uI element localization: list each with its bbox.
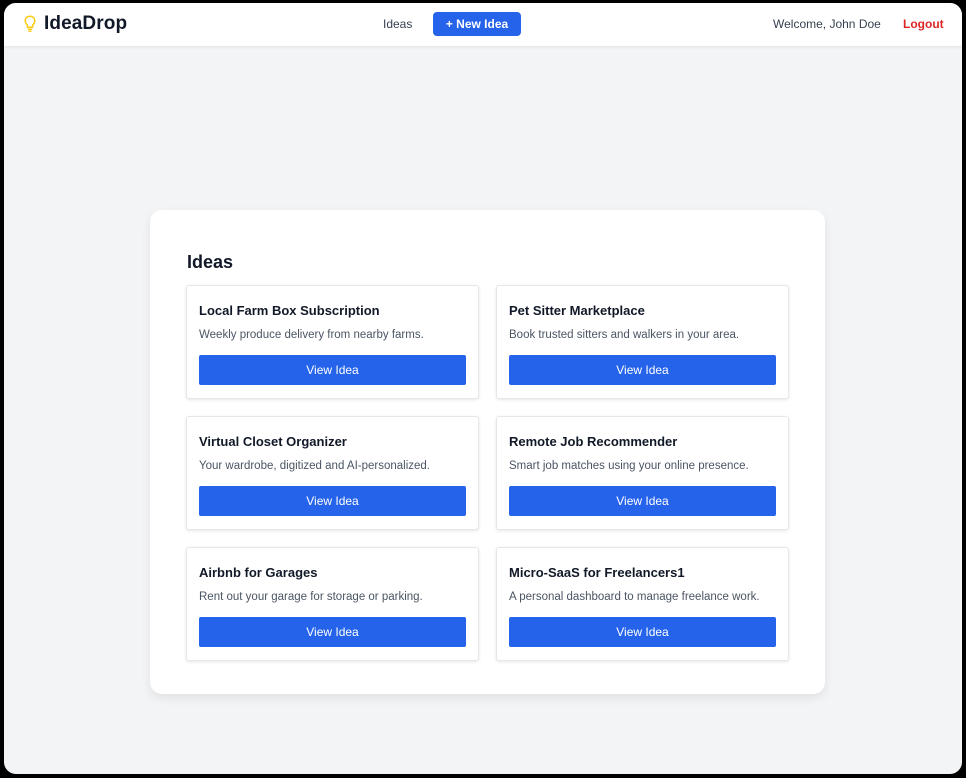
idea-card: Local Farm Box Subscription Weekly produ… bbox=[186, 285, 479, 399]
idea-title: Micro-SaaS for Freelancers1 bbox=[509, 565, 685, 580]
welcome-message: Welcome, John Doe bbox=[773, 17, 881, 31]
page-title: Ideas bbox=[187, 252, 234, 272]
idea-title: Airbnb for Garages bbox=[199, 565, 318, 580]
logout-link[interactable]: Logout bbox=[903, 17, 944, 31]
idea-title: Virtual Closet Organizer bbox=[199, 434, 347, 449]
view-idea-button[interactable]: View Idea bbox=[199, 617, 466, 647]
idea-description: Your wardrobe, digitized and AI-personal… bbox=[199, 460, 430, 472]
view-idea-button[interactable]: View Idea bbox=[509, 355, 776, 385]
view-idea-button[interactable]: View Idea bbox=[509, 486, 776, 516]
idea-description: A personal dashboard to manage freelance… bbox=[509, 591, 760, 603]
idea-description: Book trusted sitters and walkers in your… bbox=[509, 329, 740, 341]
idea-card: Micro-SaaS for Freelancers1 A personal d… bbox=[496, 547, 789, 661]
new-idea-button[interactable]: + New Idea bbox=[433, 12, 521, 36]
idea-card: Remote Job Recommender Smart job matches… bbox=[496, 416, 789, 530]
view-idea-button[interactable]: View Idea bbox=[199, 355, 466, 385]
idea-description: Weekly produce delivery from nearby farm… bbox=[199, 329, 424, 341]
idea-description: Smart job matches using your online pres… bbox=[509, 460, 749, 472]
app-window: IdeaDrop Ideas + New Idea Welcome, John … bbox=[4, 3, 962, 774]
lightbulb-icon bbox=[24, 15, 36, 33]
brand-name: IdeaDrop bbox=[44, 13, 128, 34]
idea-title: Local Farm Box Subscription bbox=[199, 303, 380, 318]
ideas-grid: Local Farm Box Subscription Weekly produ… bbox=[186, 285, 789, 661]
view-idea-button[interactable]: View Idea bbox=[199, 486, 466, 516]
brand-logo-link[interactable]: IdeaDrop bbox=[24, 11, 127, 37]
idea-card: Airbnb for Garages Rent out your garage … bbox=[186, 547, 479, 661]
ideas-panel: Ideas Local Farm Box Subscription Weekly… bbox=[150, 210, 825, 694]
idea-title: Remote Job Recommender bbox=[509, 434, 678, 449]
idea-card: Pet Sitter Marketplace Book trusted sitt… bbox=[496, 285, 789, 399]
idea-description: Rent out your garage for storage or park… bbox=[199, 591, 423, 603]
view-idea-button[interactable]: View Idea bbox=[509, 617, 776, 647]
idea-title: Pet Sitter Marketplace bbox=[509, 303, 645, 318]
idea-card: Virtual Closet Organizer Your wardrobe, … bbox=[186, 416, 479, 530]
nav-ideas-link[interactable]: Ideas bbox=[383, 17, 412, 31]
top-navbar: IdeaDrop Ideas + New Idea Welcome, John … bbox=[4, 3, 962, 46]
